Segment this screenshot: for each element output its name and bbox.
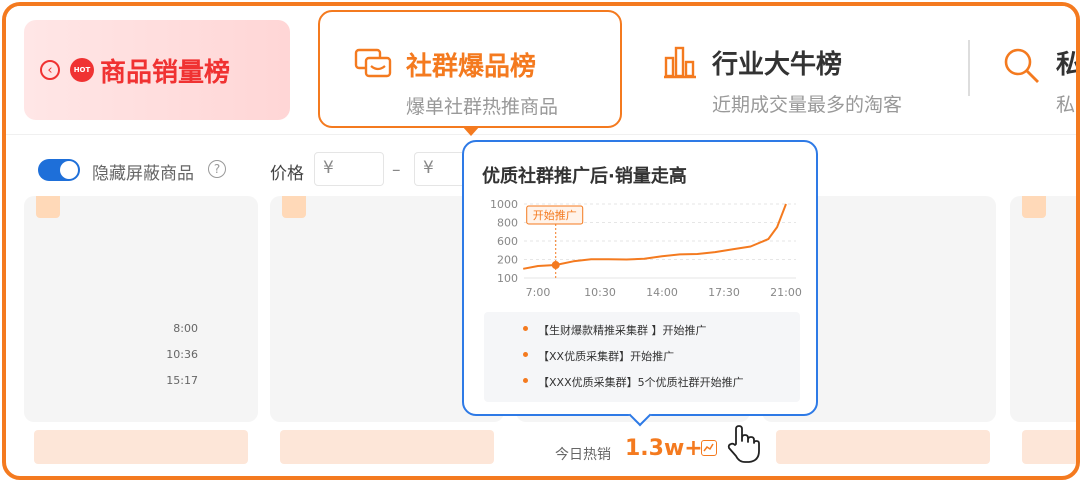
event-dot [523,326,528,331]
hot-icon: HOT [70,58,94,82]
y-tick-label: 1000 [490,198,518,211]
y-tick-label: 200 [497,254,518,267]
y-tick-label: 600 [497,235,518,248]
help-icon[interactable]: ? [208,160,226,178]
today-hot-label: 今日热销 [555,447,611,463]
tab-community-hot-label: 社群爆品榜 [406,52,537,82]
sales-trend-chart: 100 200 600 800 1000 7:00 10:30 14:00 17:30 21:00… [490,198,802,299]
y-tick-label: 100 [497,272,518,285]
rank-tag [1022,196,1046,218]
trend-chart-icon[interactable] [701,440,717,456]
annotation-label: 开始推广 [533,208,577,222]
rank-tag [282,196,306,218]
x-tick-label: 7:00 [526,286,551,299]
promotion-events: 8:00 【生财爆款精推采集群 】开始推广 10:36 【XX优质采集群】开始推… [166,312,800,402]
tab-product-sales-label: 商品销量榜 [100,57,231,88]
hide-blocked-label: 隐藏屏蔽商品 [92,164,194,184]
tab-product-sales[interactable]: ‹ HOT 商品销量榜 [24,20,290,120]
hide-blocked-toggle[interactable] [38,159,80,181]
tab-divider [968,40,970,96]
product-card[interactable] [24,196,258,422]
x-tick-label: 10:30 [584,286,616,299]
event-time: 8:00 [173,322,198,335]
event-text: 【XX优质采集群】开始推广 [538,350,675,363]
popup-title: 优质社群推广后·销量走高 [482,166,687,187]
x-tick-label: 21:00 [770,286,802,299]
event-dot [523,352,528,357]
annotation-point [551,261,560,270]
bar-chart-icon [664,46,696,79]
x-tick-label: 14:00 [646,286,678,299]
event-text: 【生财爆款精推采集群 】开始推广 [538,324,707,337]
ranking-tabs: ‹ HOT 商品销量榜 社群爆品榜 爆单社群热推商品 行业大牛榜 近期成交量最多… [6,6,1076,136]
event-text: 【XXX优质采集群】5个优质社群开始推广 [538,376,744,389]
product-card[interactable] [1010,196,1076,422]
popup-pointer [628,403,652,427]
event-time: 10:36 [166,348,198,361]
tab-community-hot[interactable]: 社群爆品榜 爆单社群热推商品 [318,10,622,136]
price-range-dash: – [392,160,401,180]
tab-community-hot-subtitle: 爆单社群热推商品 [406,96,559,118]
event-time: 15:17 [166,374,198,387]
toggle-knob [60,161,78,179]
back-icon[interactable]: ‹ [40,60,60,80]
price-min-input[interactable]: ¥ [314,152,384,186]
tab-search-subtitle: 私 [1056,94,1076,116]
y-tick-label: 800 [497,217,518,230]
price-max-input[interactable]: ¥ [414,152,462,186]
tab-industry-subtitle: 近期成交量最多的淘客 [712,94,903,116]
price-label: 价格 [270,164,304,184]
today-hot-value: 1.3w+ [625,436,703,461]
card-footer [34,430,248,464]
tab-industry-label[interactable]: 行业大牛榜 [712,44,842,81]
sales-trend-popup: 优质社群推广后·销量走高 100 200 600 800 1000 7:00 10:30 14… [166,140,818,427]
app-frame: ‹ HOT 商品销量榜 社群爆品榜 爆单社群热推商品 行业大牛榜 近期成交量最多… [2,2,1080,480]
chat-icon [354,48,392,78]
event-dot [523,378,528,383]
tab-search-label[interactable]: 私 [1056,44,1076,81]
card-footer [1022,430,1076,464]
card-footer [776,430,990,464]
hand-cursor-icon [727,425,760,463]
search-icon [1004,48,1039,83]
rank-tag [36,196,60,218]
card-footer [280,430,494,464]
x-tick-label: 17:30 [708,286,740,299]
